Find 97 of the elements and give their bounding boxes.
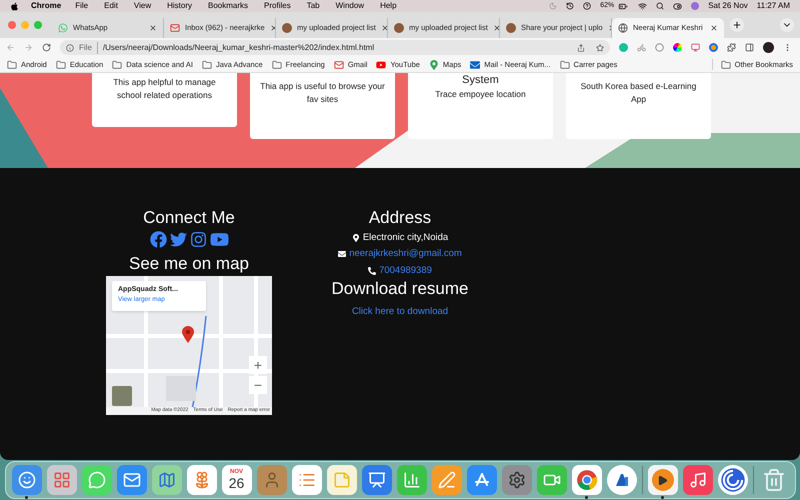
time-label: 11:27 AM [756,0,790,12]
orb-icon[interactable] [691,2,700,10]
folder-icon [560,60,570,70]
day-label: 26 [228,476,244,491]
section-heading: Address [368,208,432,228]
zoom-out-button[interactable]: − [249,376,267,394]
ring-icon[interactable] [655,43,664,52]
url-text: /Users/neeraj/Downloads/Neeraj_kumar_keshri-master%202/index.html.html [102,42,374,54]
circular-logo-app-icon[interactable] [572,465,602,495]
menu-item[interactable]: Edit [104,0,118,12]
ring-logo-icon[interactable] [709,43,718,52]
location-pin-icon [182,326,194,343]
screen-icon[interactable] [691,43,700,52]
side-panel-icon[interactable] [745,43,754,52]
play-logo-icon [376,60,386,70]
envelope-icon [338,250,346,258]
chat-logo-icon [58,23,68,33]
location-text: Electronic city,Noida [362,231,448,245]
menu-item[interactable]: History [167,0,192,12]
flower-app-icon[interactable] [186,465,216,495]
folder-icon [7,60,17,70]
map-app-icon[interactable] [152,465,182,495]
close-icon[interactable] [380,24,387,32]
profile-avatar[interactable] [763,42,774,53]
a-shape-app-icon[interactable] [466,465,496,495]
section-heading: See me on map [128,254,249,274]
play-app-icon[interactable] [648,465,678,495]
close-icon[interactable] [149,24,157,32]
map-pin-icon [428,60,439,70]
menu-item[interactable]: Bookmarks [208,0,248,12]
menu-item[interactable]: Window [336,0,364,12]
circle-icon[interactable] [583,2,592,10]
apple-logo-icon[interactable] [10,2,19,10]
instagram-icon[interactable] [190,231,206,248]
section-heading: Connect Me [143,208,235,228]
folder-icon [272,60,282,70]
folder-icon [202,60,212,70]
avatar-icon [506,23,516,33]
folder-icon [720,60,731,70]
toggle-icon[interactable] [673,2,682,10]
card-heading: System [462,74,499,87]
presentation-app-icon[interactable] [362,465,392,495]
smiley-face-app-icon[interactable] [12,465,42,495]
phone-link[interactable]: 7004989389 [379,264,432,278]
star-icon[interactable] [596,44,604,52]
close-icon[interactable] [492,24,499,32]
map-pin-icon [352,234,360,242]
zoom-in-button[interactable]: + [249,356,267,374]
gear-app-icon[interactable] [502,465,532,495]
battery-icon[interactable] [617,2,630,10]
card-description: Thia app is useful to browse your fav sites [259,80,386,106]
satellite-thumbnail[interactable] [112,386,132,406]
email-link[interactable]: neerajkrkeshri@gmail.com [349,247,462,262]
envelope-app-icon[interactable] [116,465,146,495]
avatar-icon [282,23,292,33]
section-heading: Download resume [331,278,468,299]
avatar-icon [394,23,404,33]
bicycle-icon[interactable] [637,43,646,52]
url-scheme: File [79,42,98,54]
folder-icon [112,60,122,70]
menu-item[interactable]: File [75,0,88,12]
download-resume-link[interactable]: Click here to download [352,304,448,319]
person-app-icon[interactable] [256,465,286,495]
info-icon[interactable] [66,44,74,52]
envelope-icon [334,60,344,70]
globe-icon [618,23,628,33]
phone-icon [368,266,376,275]
color-wheel-icon[interactable] [673,43,682,52]
envelope-icon [170,23,180,33]
reload-icon[interactable] [42,43,51,52]
menu-item[interactable]: Help [380,0,397,12]
youtube-icon[interactable] [210,231,228,248]
facebook-icon[interactable] [150,231,166,248]
app-name[interactable]: Chrome [31,0,62,12]
spiral-app-icon[interactable] [718,465,748,495]
twitter-icon[interactable] [170,231,186,248]
folder-icon [56,60,66,70]
share-icon[interactable] [577,44,585,52]
puzzle-icon[interactable] [727,43,736,52]
music-note-app-icon[interactable] [682,465,712,495]
clock-icon[interactable] [566,2,574,10]
new-tab-icon[interactable] [730,18,744,32]
date-label: Sat 26 Nov [708,0,748,12]
search-icon[interactable] [656,2,664,10]
menu-item[interactable]: Profiles [264,0,291,12]
envelope-icon [470,60,480,70]
card-description: South Korea based e-Learning App [580,80,698,106]
menu-item[interactable]: View [134,0,152,12]
menu-item[interactable]: Tab [306,0,320,12]
card-description: Trace empoyee location [435,88,526,101]
close-icon[interactable] [710,24,718,32]
logo-app-icon[interactable] [606,465,636,495]
address-bar[interactable]: File /Users/neeraj/Downloads/Neeraj_kumar_keshri-master%202/index.html.html [60,40,610,55]
list-app-icon[interactable] [292,465,322,495]
card-description: This app helpful to manage school related operations [112,76,217,102]
wifi-icon[interactable] [638,2,648,10]
chevron-down-icon[interactable] [780,18,794,32]
